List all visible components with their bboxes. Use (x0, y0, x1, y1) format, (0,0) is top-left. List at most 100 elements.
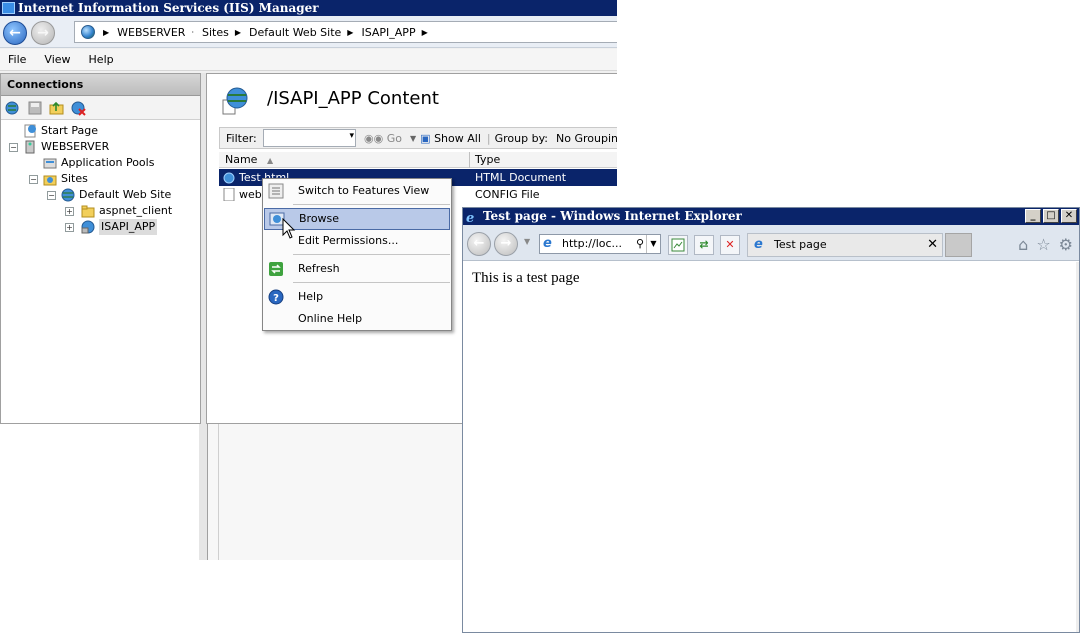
content-globe-icon (221, 86, 251, 116)
new-tab-button[interactable] (945, 233, 972, 257)
menu-item-label: Online Help (298, 312, 363, 325)
app-pools-icon (43, 156, 57, 170)
globe-icon (81, 25, 95, 39)
go-dropdown-icon[interactable]: ▼ (410, 134, 416, 143)
menu-file[interactable]: File (8, 53, 26, 66)
home-icon[interactable]: ⌂ (1018, 235, 1028, 254)
go-button[interactable]: ◉◉ Go (364, 132, 402, 145)
filter-input[interactable] (262, 129, 357, 147)
ie-address-text: http://loc... (562, 237, 623, 250)
filter-label: Filter: (226, 131, 257, 145)
up-folder-icon[interactable] (49, 100, 65, 116)
column-name-label: Name (225, 153, 258, 166)
tree-label: aspnet_client (99, 204, 173, 217)
svg-text:?: ? (273, 293, 279, 304)
forward-arrow-icon[interactable]: → (31, 21, 55, 45)
window-controls: _ □ ✕ (1025, 209, 1077, 223)
ie-window: e Test page - Windows Internet Explorer … (462, 207, 1080, 633)
ie-tab-test-page[interactable]: e Test page ✕ (747, 233, 943, 257)
breadcrumb-server[interactable]: WEBSERVER (117, 26, 185, 39)
list-item-name: web (239, 188, 262, 201)
tree-item-app-pools[interactable]: Application Pools (43, 155, 154, 171)
tree-item-aspnet-client[interactable]: aspnet_client (81, 203, 172, 219)
pane-splitter-lower (199, 424, 207, 560)
iis-window-title: Internet Information Services (IIS) Mana… (18, 1, 319, 15)
menu-item-online-help[interactable]: Online Help (264, 308, 450, 330)
ie-forward-icon[interactable]: → (494, 232, 518, 256)
breadcrumb-arrow-icon[interactable]: ▶ (422, 28, 428, 37)
breadcrumb-isapi-app[interactable]: ISAPI_APP (361, 26, 415, 39)
menu-item-label: Browse (299, 212, 340, 225)
back-arrow-icon[interactable]: ← (3, 21, 27, 45)
tree-label: WEBSERVER (41, 140, 110, 153)
folder-icon (81, 204, 95, 218)
help-icon: ? (268, 289, 284, 305)
iis-address-row: ← → ▶ WEBSERVER · Sites ▶ Default Web Si… (0, 16, 617, 48)
show-all-label: Show All (434, 131, 481, 145)
group-by-select[interactable]: No Groupin (556, 132, 617, 145)
column-name-header[interactable]: Name ▲ (225, 153, 273, 166)
tree-item-default-web-site[interactable]: Default Web Site (61, 187, 171, 203)
tab-close-icon[interactable]: ✕ (927, 234, 938, 256)
show-all-button[interactable]: ▣ Show All (420, 132, 481, 145)
iis-title-bar: Internet Information Services (IIS) Mana… (0, 0, 617, 16)
collapse-icon[interactable]: − (9, 143, 18, 152)
expand-icon[interactable]: + (65, 223, 74, 232)
refresh-icon (268, 261, 284, 277)
menu-separator (293, 282, 450, 283)
menu-view[interactable]: View (44, 53, 70, 66)
breadcrumb-default-site[interactable]: Default Web Site (249, 26, 341, 39)
sites-folder-icon (43, 172, 57, 186)
tools-gear-icon[interactable]: ⚙ (1059, 235, 1073, 254)
minimize-icon[interactable]: _ (1025, 209, 1041, 223)
tree-label: Default Web Site (79, 188, 172, 201)
menu-item-switch-features[interactable]: Switch to Features View (264, 180, 450, 202)
mouse-cursor-icon (282, 218, 296, 239)
menu-separator (293, 204, 450, 205)
breadcrumb-sites[interactable]: Sites (202, 26, 229, 39)
config-file-icon (223, 187, 235, 202)
breadcrumb-arrow-icon: ▶ (347, 27, 354, 37)
compatibility-view-icon[interactable] (668, 235, 688, 255)
ie-address-bar[interactable]: e http://loc... ⚲ ▼ (539, 234, 661, 254)
refresh-icon[interactable]: ⇄ (694, 235, 714, 255)
menu-item-help[interactable]: ? Help (264, 286, 450, 308)
breadcrumb-arrow-icon: ▶ (234, 27, 241, 37)
sort-ascending-icon: ▲ (266, 156, 274, 165)
address-dropdown-icon[interactable]: ▼ (646, 235, 660, 253)
connect-globe-icon[interactable] (5, 100, 21, 116)
tree-item-webserver[interactable]: WEBSERVER (23, 139, 109, 155)
menu-item-refresh[interactable]: Refresh (264, 258, 450, 280)
tree-label: Start Page (41, 124, 98, 137)
maximize-icon[interactable]: □ (1043, 209, 1059, 223)
ie-title-bar: e Test page - Windows Internet Explorer … (463, 208, 1079, 226)
content-pane-border (218, 424, 219, 560)
ie-navigation-bar: ← → ▼ e http://loc... ⚲ ▼ ⇄ ✕ e Test pag… (463, 225, 1079, 261)
stop-icon[interactable]: ✕ (720, 235, 740, 255)
iis-address-bar[interactable]: ▶ WEBSERVER · Sites ▶ Default Web Site ▶… (74, 21, 617, 43)
list-item-type: CONFIG File (475, 188, 540, 201)
ie-scrollbar[interactable] (1076, 262, 1079, 632)
menu-help[interactable]: Help (89, 53, 114, 66)
tree-item-sites[interactable]: Sites (43, 171, 88, 187)
favorites-star-icon[interactable]: ☆ (1036, 235, 1050, 254)
close-icon[interactable]: ✕ (1061, 209, 1077, 223)
application-icon (81, 220, 95, 234)
expand-icon[interactable]: + (65, 207, 74, 216)
search-icon[interactable]: ⚲ (636, 235, 644, 253)
column-divider[interactable] (469, 152, 470, 168)
column-type-header[interactable]: Type (475, 153, 500, 166)
tree-item-isapi-app[interactable]: ISAPI_APP (81, 219, 158, 235)
save-icon[interactable] (27, 100, 43, 116)
iis-app-icon (2, 2, 15, 14)
page-body-text: This is a test page (472, 270, 580, 286)
disconnect-icon[interactable] (71, 100, 87, 116)
collapse-icon[interactable]: − (47, 191, 56, 200)
toolbar-divider: | (486, 131, 491, 145)
history-dropdown-icon[interactable]: ▼ (524, 237, 530, 246)
tree-item-start-page[interactable]: Start Page (23, 123, 98, 139)
collapse-icon[interactable]: − (29, 175, 38, 184)
connections-toolbar (1, 96, 200, 120)
tree-label: Application Pools (61, 156, 155, 169)
ie-back-icon[interactable]: ← (467, 232, 491, 256)
